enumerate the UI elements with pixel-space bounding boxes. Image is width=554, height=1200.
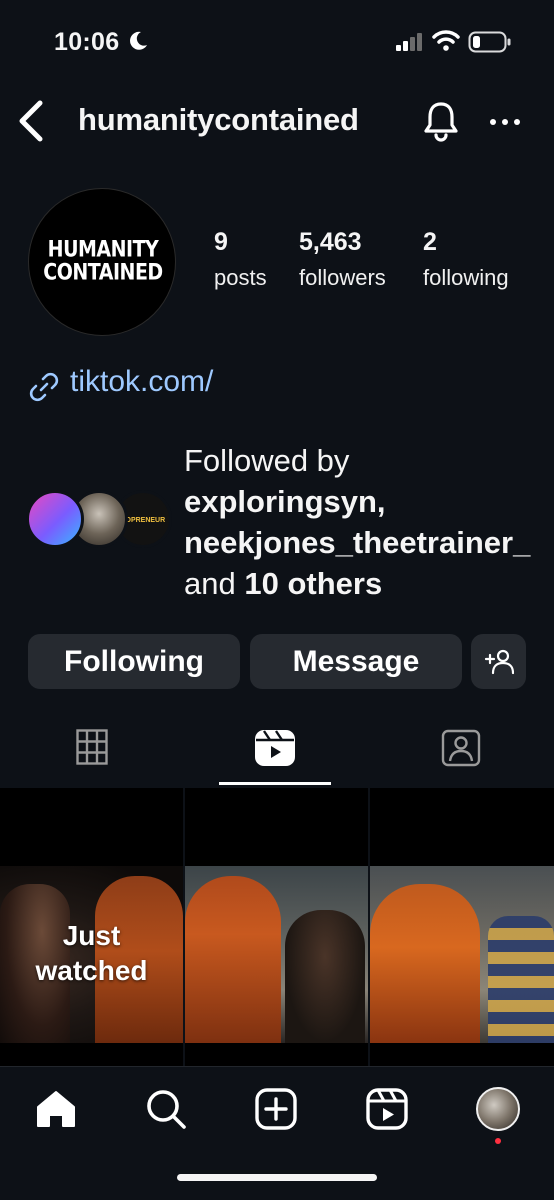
profile-username: humanitycontained bbox=[78, 102, 359, 137]
mutual-others-count: 10 others bbox=[244, 566, 383, 601]
just-watched-line2: watched bbox=[35, 955, 148, 986]
nav-search[interactable] bbox=[144, 1087, 188, 1131]
suggest-users-button[interactable] bbox=[471, 634, 526, 689]
posts-label: posts bbox=[214, 265, 267, 290]
bell-icon[interactable] bbox=[422, 100, 460, 142]
search-icon bbox=[147, 1090, 186, 1129]
nav-reels[interactable] bbox=[365, 1087, 409, 1131]
profile-avatar[interactable]: HUMANITY CONTAINED bbox=[28, 188, 176, 336]
battery-icon bbox=[468, 31, 511, 53]
following-label: following bbox=[423, 265, 509, 290]
avatar-logo-line1: HUMANITY bbox=[47, 236, 159, 263]
following-count: 2 bbox=[423, 228, 437, 256]
followed-by-prefix: Followed by bbox=[184, 443, 350, 478]
reel-figure bbox=[285, 910, 365, 1043]
stat-following[interactable]: 2 following bbox=[423, 226, 509, 298]
wifi-icon bbox=[432, 30, 460, 51]
followed-by-and: and bbox=[184, 566, 236, 601]
reel-thumbnail[interactable]: Just watched bbox=[0, 788, 183, 1066]
back-chevron-icon[interactable] bbox=[14, 98, 50, 144]
followers-label: followers bbox=[299, 265, 386, 290]
status-bar: 10:06 bbox=[0, 0, 554, 84]
reel-background-figures bbox=[488, 916, 554, 1043]
followed-by-text[interactable]: Followed by exploringsyn, neekjones_thee… bbox=[184, 440, 536, 604]
just-watched-line1: Just bbox=[62, 920, 121, 951]
home-indicator bbox=[177, 1174, 377, 1181]
profile-header: humanitycontained bbox=[0, 94, 554, 150]
create-icon bbox=[255, 1088, 297, 1130]
following-button[interactable]: Following bbox=[28, 634, 240, 689]
mutual-avatar-1 bbox=[26, 490, 84, 548]
mutual-name-2: neekjones_theetrainer_ bbox=[184, 525, 531, 560]
nav-create[interactable] bbox=[254, 1087, 298, 1131]
message-button[interactable]: Message bbox=[250, 634, 462, 689]
avatar-logo-line2: CONTAINED bbox=[43, 259, 163, 286]
link-text[interactable]: tiktok.com/ bbox=[70, 365, 213, 399]
mutual-followers-avatars[interactable]: EOPRENEUR bbox=[26, 490, 172, 550]
reels-icon bbox=[255, 730, 295, 766]
tagged-person-icon bbox=[441, 729, 481, 767]
link-icon bbox=[29, 372, 59, 402]
stat-followers[interactable]: 5,463 followers bbox=[299, 226, 386, 298]
tab-grid[interactable] bbox=[0, 715, 184, 787]
status-time: 10:06 bbox=[54, 28, 120, 56]
just-watched-label: Just watched bbox=[0, 918, 183, 988]
stat-posts[interactable]: 9 posts bbox=[214, 226, 267, 298]
reel-frame bbox=[185, 866, 368, 1043]
reels-icon bbox=[366, 1088, 408, 1130]
cellular-signal-icon bbox=[396, 33, 422, 51]
active-tab-indicator bbox=[219, 782, 331, 785]
more-dots-icon[interactable] bbox=[488, 112, 522, 132]
reel-thumbnail[interactable] bbox=[185, 788, 368, 1066]
tab-reels[interactable] bbox=[184, 715, 368, 787]
add-person-icon bbox=[484, 649, 514, 675]
moon-icon bbox=[130, 31, 147, 50]
reel-figure bbox=[185, 876, 281, 1043]
reel-thumbnail[interactable] bbox=[370, 788, 554, 1066]
followers-count: 5,463 bbox=[299, 228, 362, 256]
nav-home[interactable] bbox=[34, 1087, 78, 1131]
reel-frame bbox=[370, 866, 554, 1043]
posts-count: 9 bbox=[214, 228, 228, 256]
tab-tagged[interactable] bbox=[368, 715, 552, 787]
home-icon bbox=[37, 1091, 75, 1127]
notification-dot bbox=[495, 1138, 501, 1144]
grid-icon bbox=[76, 729, 108, 765]
avatar-logo: HUMANITY CONTAINED bbox=[29, 236, 175, 286]
reels-grid: Just watched bbox=[0, 788, 554, 1066]
reel-figure bbox=[370, 884, 480, 1043]
nav-profile-avatar[interactable] bbox=[476, 1087, 520, 1131]
profile-tabs bbox=[0, 715, 554, 787]
mutual-name-1: exploringsyn, bbox=[184, 484, 386, 519]
